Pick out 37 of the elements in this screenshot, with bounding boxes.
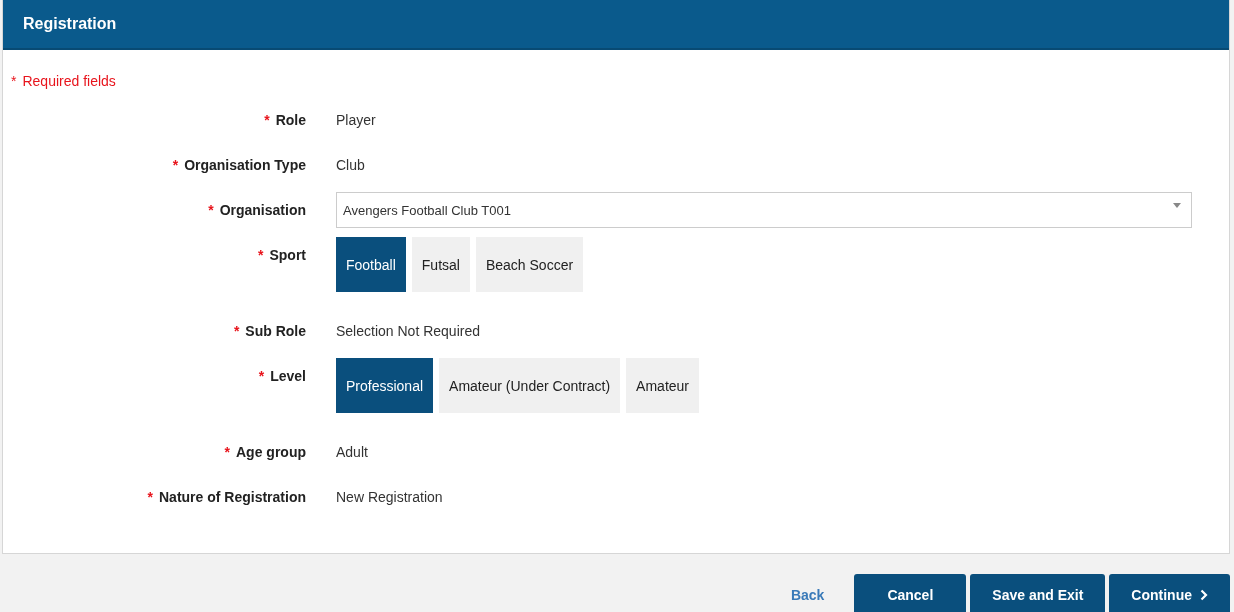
action-button[interactable]: Save and Exit bbox=[970, 574, 1106, 612]
dropdown-field[interactable]: Avengers Football Club T001 bbox=[336, 192, 1192, 228]
back-link[interactable]: Back bbox=[790, 587, 825, 603]
required-marker: * bbox=[258, 247, 264, 263]
field-label: Role bbox=[275, 112, 306, 128]
action-button[interactable]: Cancel bbox=[854, 574, 967, 612]
option-button[interactable]: Amateur (Under Contract) bbox=[439, 358, 621, 413]
chevron-right-icon bbox=[1200, 589, 1208, 601]
required-marker: * bbox=[172, 157, 179, 173]
field-value: New Registration bbox=[336, 489, 443, 505]
field-label: Organisation Type bbox=[184, 157, 306, 173]
required-marker: * bbox=[11, 72, 17, 90]
field-label: Age group bbox=[236, 444, 306, 460]
field-label: Organisation bbox=[219, 202, 306, 218]
caret-icon bbox=[1173, 202, 1181, 208]
option-button[interactable]: Beach Soccer bbox=[475, 237, 584, 292]
field-value: Club bbox=[336, 157, 365, 173]
option-button[interactable]: Football bbox=[336, 237, 406, 292]
field-label: Sport bbox=[269, 247, 306, 263]
required-marker: * bbox=[208, 202, 214, 218]
field-value: Adult bbox=[336, 444, 368, 460]
required-marker: * bbox=[233, 323, 240, 339]
field-value: Selection Not Required bbox=[336, 323, 480, 339]
required-marker: * bbox=[224, 444, 230, 460]
continue-button[interactable]: Continue bbox=[1109, 574, 1230, 612]
option-button[interactable]: Professional bbox=[336, 358, 434, 413]
field-label: Sub Role bbox=[245, 323, 306, 339]
option-button[interactable]: Amateur bbox=[626, 358, 700, 413]
field-value: Player bbox=[336, 112, 376, 128]
field-label: Nature of Registration bbox=[159, 489, 306, 505]
required-marker: * bbox=[258, 368, 265, 384]
required-marker: * bbox=[147, 489, 153, 505]
field-label: Level bbox=[270, 368, 306, 384]
panel-title: Registration bbox=[23, 15, 117, 33]
option-button[interactable]: Futsal bbox=[411, 237, 470, 292]
required-marker: * bbox=[264, 112, 270, 128]
required-note: Required fields bbox=[22, 72, 116, 90]
